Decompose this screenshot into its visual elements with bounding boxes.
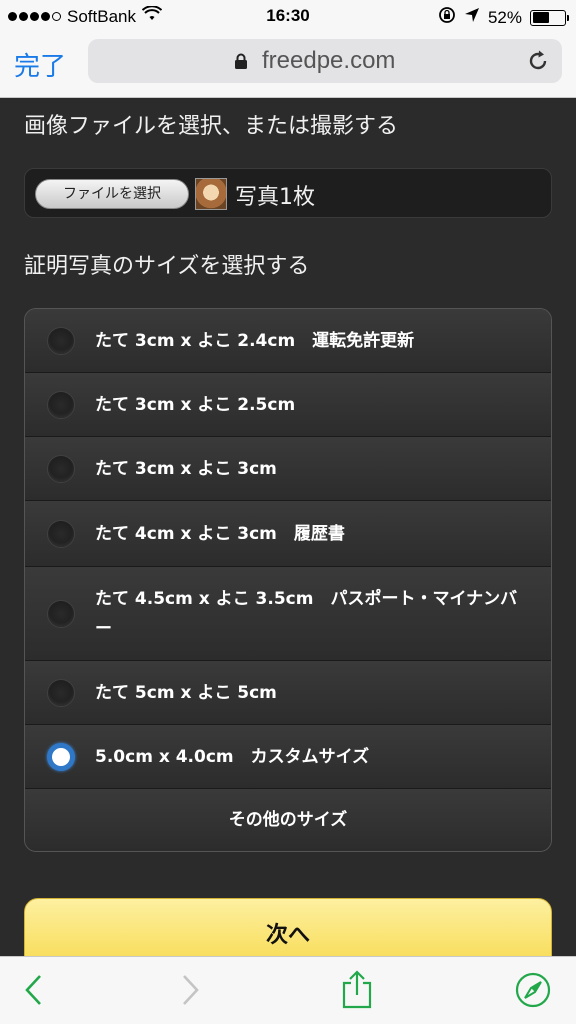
- page-content: 画像ファイルを選択、または撮影する ファイルを選択 写真1枚 証明写真のサイズを…: [0, 98, 576, 956]
- radio-button[interactable]: [47, 454, 75, 483]
- location-arrow-icon: [464, 7, 480, 28]
- radio-button[interactable]: [47, 599, 75, 628]
- reload-icon[interactable]: [526, 49, 550, 77]
- size-option-label: たて 3cm x よこ 3cm: [95, 458, 277, 479]
- size-option-list: たて 3cm x よこ 2.4cm 運転免許更新 たて 3cm x よこ 2.5…: [24, 308, 552, 852]
- size-option-label: たて 3cm x よこ 2.4cm 運転免許更新: [95, 330, 415, 351]
- chevron-right-icon[interactable]: [180, 973, 202, 1011]
- size-option[interactable]: たて 4cm x よこ 3cm 履歴書: [25, 501, 551, 567]
- chevron-left-icon[interactable]: [22, 973, 44, 1011]
- size-option-selected[interactable]: 5.0cm x 4.0cm カスタムサイズ: [25, 725, 551, 789]
- size-option[interactable]: たて 5cm x よこ 5cm: [25, 661, 551, 725]
- radio-button[interactable]: [47, 390, 75, 419]
- size-option-label: たて 3cm x よこ 2.5cm: [95, 394, 296, 415]
- other-sizes-label: その他のサイズ: [228, 810, 348, 830]
- radio-button[interactable]: [47, 678, 75, 707]
- battery-icon: [530, 9, 569, 26]
- size-option[interactable]: たて 3cm x よこ 3cm: [25, 437, 551, 501]
- url-bar[interactable]: freedpe.com: [88, 39, 562, 83]
- size-option-label: たて 4cm x よこ 3cm 履歴書: [95, 523, 345, 544]
- select-image-heading: 画像ファイルを選択、または撮影する: [24, 114, 399, 139]
- done-button[interactable]: 完了: [14, 46, 66, 83]
- size-option[interactable]: たて 4.5cm x よこ 3.5cm パスポート・マイナンバー: [25, 567, 551, 661]
- radio-button[interactable]: [47, 519, 75, 548]
- status-bar: SoftBank 16:30 52%: [0, 0, 576, 34]
- size-heading: 証明写真のサイズを選択する: [24, 254, 310, 279]
- size-option-label: 5.0cm x 4.0cm カスタムサイズ: [95, 746, 370, 767]
- lock-icon: [234, 53, 248, 73]
- size-option-label: たて 5cm x よこ 5cm: [95, 682, 277, 703]
- file-input-row: ファイルを選択 写真1枚: [24, 168, 552, 218]
- url-text: freedpe.com: [262, 47, 396, 74]
- radio-button-selected[interactable]: [47, 742, 75, 771]
- size-option[interactable]: たて 3cm x よこ 2.5cm: [25, 373, 551, 437]
- photo-thumbnail: [195, 178, 227, 210]
- radio-button[interactable]: [47, 326, 75, 355]
- photo-count-label: 写真1枚: [235, 185, 315, 210]
- other-sizes-option[interactable]: その他のサイズ: [25, 789, 551, 851]
- battery-percent: 52%: [487, 7, 522, 27]
- browser-nav-bar: 完了 freedpe.com: [0, 34, 576, 98]
- next-button[interactable]: 次へ: [24, 898, 552, 956]
- browser-toolbar: [0, 956, 576, 1024]
- share-icon[interactable]: [340, 969, 374, 1013]
- choose-file-button[interactable]: ファイルを選択: [35, 179, 189, 209]
- size-option[interactable]: たて 3cm x よこ 2.4cm 運転免許更新: [25, 309, 551, 373]
- size-option-label: たて 4.5cm x よこ 3.5cm パスポート・マイナンバー: [95, 588, 518, 639]
- rotation-lock-icon: [438, 6, 456, 29]
- compass-icon[interactable]: [514, 971, 552, 1013]
